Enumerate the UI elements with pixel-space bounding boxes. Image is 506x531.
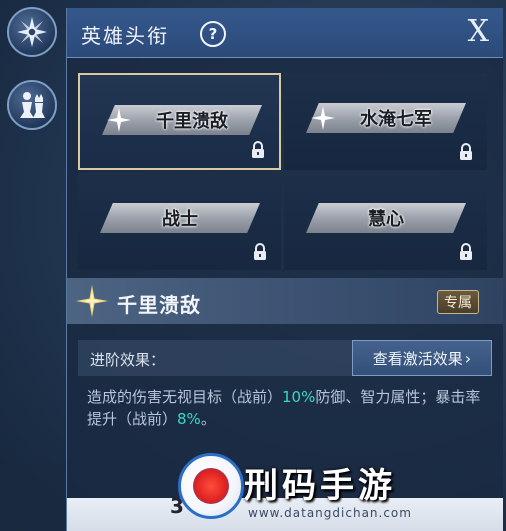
desc-text: 造成的伤害无视目标（战前） [87,388,283,406]
title-card-3[interactable]: 战士 [78,173,281,270]
title-ribbon: 战士 [100,203,260,233]
compass-emblem-button[interactable] [7,7,57,57]
title-label: 战士 [162,209,198,230]
lock-icon [460,243,472,260]
title-effect-description: 造成的伤害无视目标（战前）10%防御、智力属性；暴击率提升（战前）8%。 [87,386,487,430]
chess-pieces-icon [20,92,45,118]
close-button[interactable]: X [468,14,489,49]
background-mountains [0,452,70,531]
lock-icon [254,243,266,260]
title-card-2[interactable]: 水淹七军 [284,73,487,170]
title-label: 慧心 [368,209,404,230]
title-card-4[interactable]: 慧心 [284,173,487,270]
compass-emblem-icon [17,17,47,47]
view-activation-effect-button[interactable]: 查看激活效果 › [352,340,492,376]
watermark-title: 刑码手游 [244,466,396,506]
title-label: 水淹七军 [360,109,432,130]
star-icon [308,103,338,133]
selected-title-header: 千里溃敌 专属 [67,278,503,324]
title-label: 千里溃敌 [156,111,228,132]
lock-icon [252,141,264,158]
title-ribbon: 慧心 [306,203,466,233]
advanced-effect-row: 进阶效果： 查看激活效果 › [78,340,492,376]
exclusive-badge: 专属 [437,290,479,314]
selected-title-name: 千里溃敌 [117,293,201,317]
advanced-effect-label: 进阶效果： [90,351,166,369]
title-card-1[interactable]: 千里溃敌 [78,73,281,170]
desc-text: 。 [200,410,216,428]
watermark-logo [178,453,244,519]
lock-icon [460,143,472,160]
hero-title-panel: 英雄头衔 ? X 千里溃敌 水淹七军 战士 慧心 千里溃敌 专属 进阶效果： 查… [66,8,503,531]
view-activation-effect-label: 查看激活效果 [372,349,463,368]
star-icon [76,285,108,317]
panel-title: 英雄头衔 [81,24,169,48]
desc-value: 10% [282,388,316,406]
watermark-url: www.datangdichan.com [248,506,412,520]
help-icon[interactable]: ? [200,21,226,47]
desc-value: 8% [177,410,201,428]
panel-header: 英雄头衔 ? X [67,8,503,58]
chess-pieces-button[interactable] [7,80,57,130]
chevron-right-icon: › [464,348,472,368]
star-icon [104,105,134,135]
